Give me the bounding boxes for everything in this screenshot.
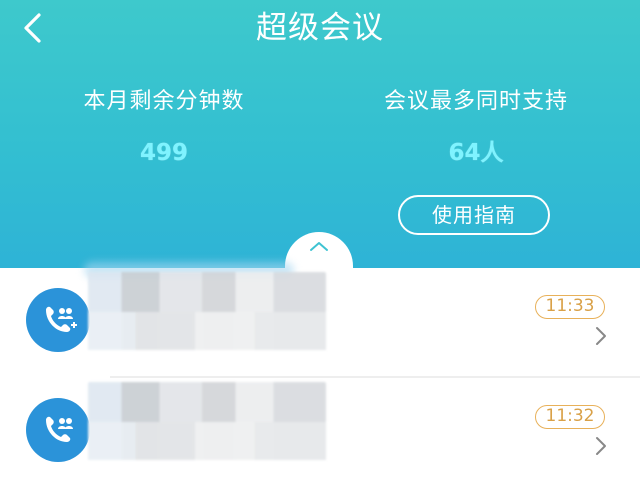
group-call-icon bbox=[46, 306, 77, 332]
stat-value: 64人 bbox=[448, 140, 504, 166]
list-item[interactable]: 11:33 bbox=[0, 262, 640, 378]
guide-button[interactable]: 使用指南 bbox=[398, 195, 550, 235]
time-badge: 11:32 bbox=[535, 405, 605, 429]
avatar bbox=[26, 288, 90, 352]
avatar bbox=[26, 398, 90, 462]
blurred-meeting-name bbox=[88, 382, 326, 460]
chevron-right-icon bbox=[592, 434, 610, 458]
header: 超级会议 本月剩余分钟数 499 会议最多同时支持 64人 使用指南 bbox=[0, 0, 640, 276]
stat-remaining-minutes: 本月剩余分钟数 499 bbox=[4, 82, 324, 168]
list-item[interactable]: 11:32 bbox=[0, 378, 640, 482]
stat-label: 本月剩余分钟数 bbox=[83, 89, 245, 114]
meeting-list: 11:33 11:32 bbox=[0, 262, 640, 482]
time-badge: 11:33 bbox=[535, 295, 605, 319]
stat-value: 499 bbox=[139, 140, 188, 166]
stat-max-participants: 会议最多同时支持 64人 bbox=[316, 82, 636, 168]
group-call-icon bbox=[46, 416, 73, 442]
chevron-up-icon bbox=[310, 242, 328, 251]
chevron-right-icon bbox=[592, 324, 610, 348]
page-title: 超级会议 bbox=[256, 10, 384, 46]
stat-label: 会议最多同时支持 bbox=[383, 89, 568, 114]
blurred-meeting-name bbox=[88, 272, 326, 350]
